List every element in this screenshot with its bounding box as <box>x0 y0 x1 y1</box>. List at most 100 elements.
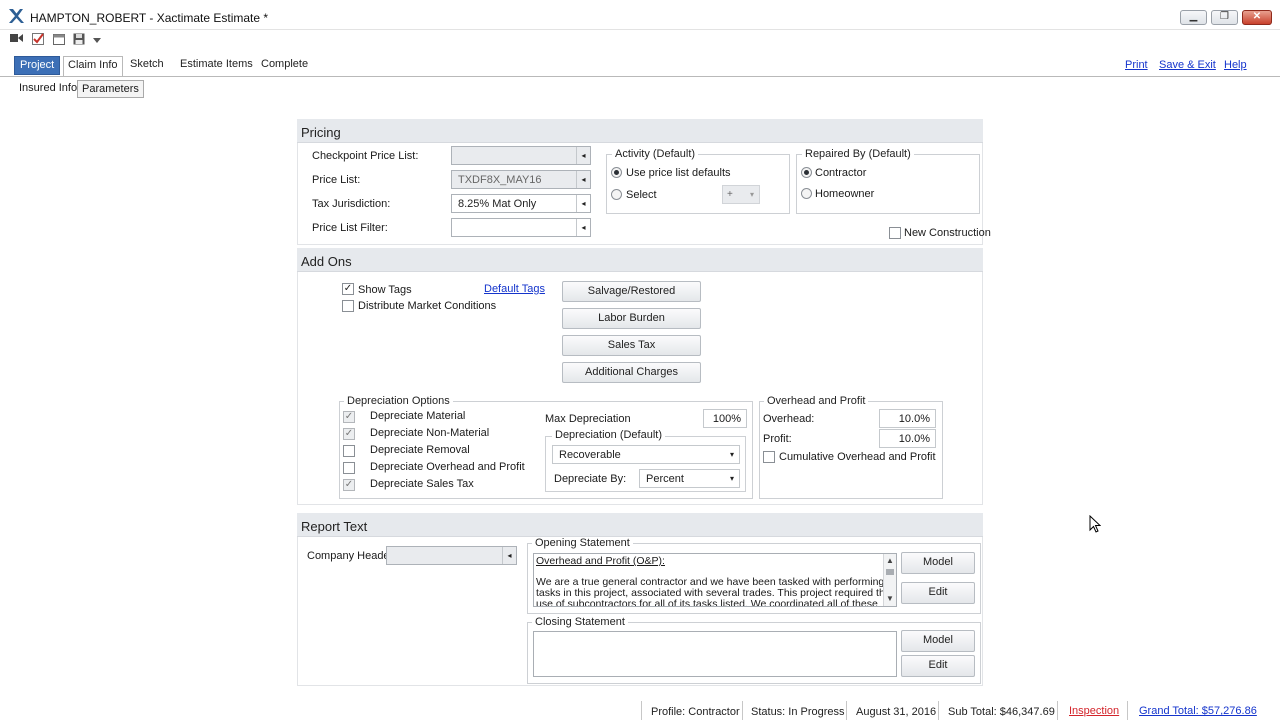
profit-field[interactable]: 10.0% <box>879 429 936 448</box>
show-tags-checkbox[interactable]: ✓ <box>342 283 354 295</box>
select-activity-radio[interactable] <box>611 189 622 200</box>
max-depreciation-field[interactable]: 100% <box>703 409 747 428</box>
homeowner-label: Homeowner <box>815 188 875 200</box>
overhead-label: Overhead: <box>763 413 815 425</box>
tax-jurisdiction-combo[interactable]: 8.25% Mat Only ◂ <box>451 194 591 213</box>
chevron-down-icon: ▾ <box>749 190 754 199</box>
activity-group <box>606 154 790 214</box>
status-subtotal: Sub Total: $46,347.69 <box>948 706 1055 718</box>
labor-burden-button[interactable]: Labor Burden <box>562 308 701 329</box>
depreciate-sales-tax-label: Depreciate Sales Tax <box>370 478 474 490</box>
qat-dropdown-icon[interactable] <box>90 36 104 48</box>
cumulative-op-label: Cumulative Overhead and Profit <box>779 451 936 463</box>
depreciate-removal-label: Depreciate Removal <box>370 444 470 456</box>
new-construction-label: New Construction <box>904 227 991 239</box>
save-icon[interactable] <box>72 33 86 45</box>
tax-jurisdiction-label: Tax Jurisdiction: <box>312 198 391 210</box>
depreciate-overhead-checkbox[interactable] <box>343 462 355 474</box>
status-separator <box>1057 701 1058 720</box>
status-date: August 31, 2016 <box>856 706 937 718</box>
price-list-label: Price List: <box>312 174 361 186</box>
opening-heading: Overhead and Profit (O&P): <box>536 555 665 567</box>
window-title: HAMPTON_ROBERT - Xactimate Estimate * <box>30 11 269 25</box>
chevron-down-icon: ◂ <box>502 547 516 564</box>
opening-line-3: use of subcontractors for all of its tas… <box>536 598 878 607</box>
subtab-row <box>0 76 1280 101</box>
salvage-restored-button[interactable]: Salvage/Restored <box>562 281 701 302</box>
overhead-field[interactable]: 10.0% <box>879 409 936 428</box>
use-defaults-radio[interactable] <box>611 167 622 178</box>
tab-claim-info[interactable]: Claim Info <box>63 56 123 77</box>
contractor-radio[interactable] <box>801 167 812 178</box>
activity-group-title: Activity (Default) <box>612 148 699 160</box>
depreciate-removal-checkbox[interactable] <box>343 445 355 457</box>
opening-statement-textarea[interactable]: Overhead and Profit (O&P): We are a true… <box>533 553 897 607</box>
new-construction-checkbox[interactable] <box>889 227 901 239</box>
status-separator <box>641 701 642 720</box>
scroll-down-icon[interactable]: ▼ <box>886 594 894 603</box>
status-profile: Profile: Contractor <box>651 706 740 718</box>
tab-estimate-items[interactable]: Estimate Items <box>176 56 257 75</box>
chevron-down-icon: ◂ <box>576 147 590 164</box>
company-header-combo[interactable]: ◂ <box>386 546 517 565</box>
inspection-link[interactable]: Inspection <box>1069 705 1119 717</box>
use-defaults-label: Use price list defaults <box>626 167 731 179</box>
status-separator <box>846 701 847 720</box>
distribute-market-checkbox[interactable] <box>342 300 354 312</box>
video-icon[interactable] <box>9 33 23 45</box>
closing-statement-title: Closing Statement <box>532 616 628 628</box>
homeowner-radio[interactable] <box>801 188 812 199</box>
max-depreciation-label: Max Depreciation <box>545 413 631 425</box>
depreciate-non-material-checkbox[interactable]: ✓ <box>343 428 355 440</box>
tab-project[interactable]: Project <box>14 56 61 75</box>
price-list-filter-combo[interactable]: ◂ <box>451 218 591 237</box>
close-button[interactable]: ✕ <box>1242 10 1272 25</box>
calendar-icon[interactable] <box>52 33 66 45</box>
print-link[interactable]: Print <box>1125 59 1148 71</box>
scroll-thumb[interactable] <box>886 569 894 575</box>
overhead-profit-title: Overhead and Profit <box>764 395 869 407</box>
subtab-insured-info[interactable]: Insured Info <box>15 80 81 98</box>
subtab-parameters[interactable]: Parameters <box>77 80 144 98</box>
pricing-header: Pricing <box>297 119 983 143</box>
closing-statement-textarea[interactable] <box>533 631 897 677</box>
default-tags-link[interactable]: Default Tags <box>484 283 545 295</box>
distribute-market-label: Distribute Market Conditions <box>358 300 497 312</box>
grand-total-link[interactable]: Grand Total: $57,276.86 <box>1139 705 1257 717</box>
status-separator <box>938 701 939 720</box>
depreciate-overhead-label: Depreciate Overhead and Profit <box>370 461 525 473</box>
save-exit-link[interactable]: Save & Exit <box>1159 59 1216 71</box>
chevron-down-icon: ▾ <box>729 450 734 459</box>
additional-charges-button[interactable]: Additional Charges <box>562 362 701 383</box>
checkpoint-price-list-label: Checkpoint Price List: <box>312 150 419 162</box>
depreciation-options-title: Depreciation Options <box>344 395 453 407</box>
checkpoint-price-list-combo[interactable]: ◂ <box>451 146 591 165</box>
cumulative-op-checkbox[interactable] <box>763 451 775 463</box>
chevron-down-icon: ▾ <box>729 474 734 483</box>
opening-scrollbar[interactable]: ▲ ▼ <box>883 554 896 606</box>
maximize-button[interactable]: ❐ <box>1211 10 1238 25</box>
contractor-label: Contractor <box>815 167 867 179</box>
activity-select-combo[interactable]: + ▾ <box>722 185 760 204</box>
depreciate-sales-tax-checkbox[interactable]: ✓ <box>343 479 355 491</box>
sales-tax-button[interactable]: Sales Tax <box>562 335 701 356</box>
tab-complete[interactable]: Complete <box>257 56 312 75</box>
help-link[interactable]: Help <box>1224 59 1247 71</box>
price-list-combo[interactable]: TXDF8X_MAY16 ◂ <box>451 170 591 189</box>
closing-edit-button[interactable]: Edit <box>901 655 975 677</box>
status-separator <box>1127 701 1128 720</box>
depreciate-material-checkbox[interactable]: ✓ <box>343 411 355 423</box>
repaired-by-group <box>796 154 980 214</box>
repaired-by-group-title: Repaired By (Default) <box>802 148 914 160</box>
closing-model-button[interactable]: Model <box>901 630 975 652</box>
opening-model-button[interactable]: Model <box>901 552 975 574</box>
minimize-button[interactable]: ▁ <box>1180 10 1207 25</box>
opening-edit-button[interactable]: Edit <box>901 582 975 604</box>
scroll-up-icon[interactable]: ▲ <box>886 556 894 565</box>
depreciate-by-select[interactable]: Percent ▾ <box>639 469 740 488</box>
tab-sketch[interactable]: Sketch <box>126 56 168 75</box>
show-tags-label: Show Tags <box>358 284 412 296</box>
depreciation-type-select[interactable]: Recoverable ▾ <box>552 445 740 464</box>
check-icon[interactable] <box>31 33 45 45</box>
depreciate-non-material-label: Depreciate Non-Material <box>370 427 490 439</box>
